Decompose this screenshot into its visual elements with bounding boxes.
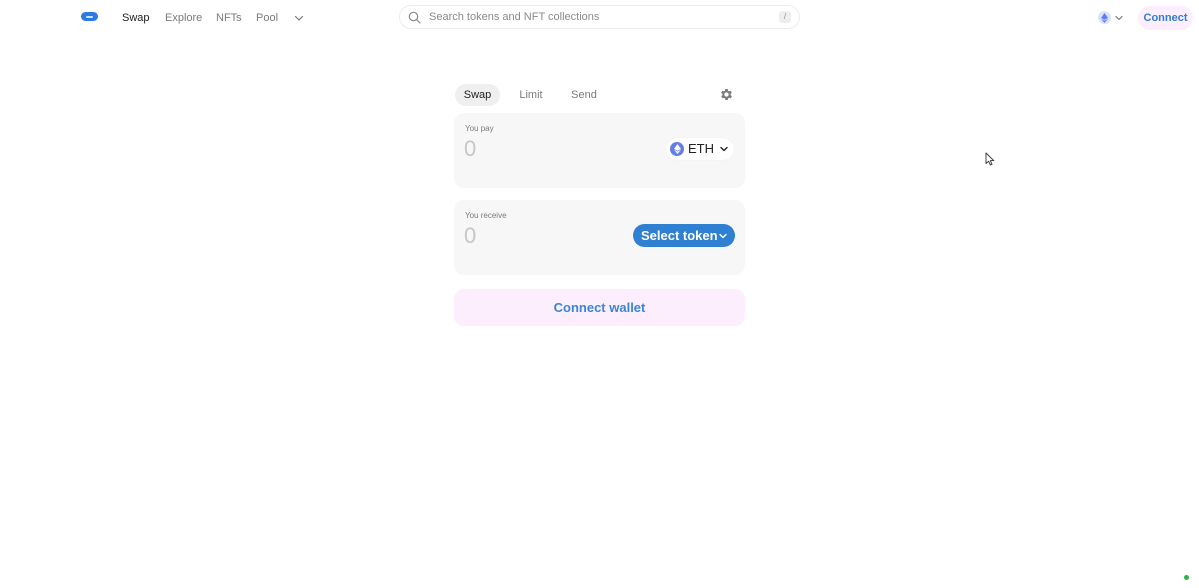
pay-token-symbol: ETH xyxy=(688,141,714,156)
pay-panel: You pay ETH xyxy=(454,113,745,188)
nav-link-explore[interactable]: Explore xyxy=(165,11,202,25)
app-logo[interactable] xyxy=(81,12,98,21)
ethereum-icon xyxy=(670,142,684,156)
nav-link-pool[interactable]: Pool xyxy=(256,11,278,25)
tab-limit[interactable]: Limit xyxy=(512,84,550,106)
search-shortcut-key: / xyxy=(779,11,791,23)
nav-link-nfts[interactable]: NFTs xyxy=(216,11,242,25)
search-bar[interactable]: / xyxy=(399,5,800,29)
receive-amount-input[interactable] xyxy=(462,222,632,250)
connect-button[interactable]: Connect xyxy=(1138,6,1193,30)
nav-link-swap[interactable]: Swap xyxy=(122,11,150,25)
chevron-down-icon xyxy=(719,233,727,239)
tab-send[interactable]: Send xyxy=(564,84,604,106)
search-icon xyxy=(408,11,421,24)
mouse-cursor-icon xyxy=(985,152,995,166)
gear-icon[interactable] xyxy=(719,87,734,102)
pay-amount-input[interactable] xyxy=(462,135,632,163)
ethereum-icon xyxy=(1098,11,1111,24)
chain-selector[interactable] xyxy=(1096,10,1126,26)
search-input[interactable] xyxy=(427,8,767,26)
chevron-down-icon xyxy=(720,146,728,152)
receive-panel: You receive Select token xyxy=(454,200,745,275)
select-token-button[interactable]: Select token xyxy=(633,224,735,247)
select-token-label: Select token xyxy=(641,228,718,243)
chevron-down-icon xyxy=(1115,15,1123,21)
tab-swap[interactable]: Swap xyxy=(455,84,500,106)
receive-label: You receive xyxy=(465,211,507,220)
connect-wallet-button[interactable]: Connect wallet xyxy=(454,289,745,326)
pay-label: You pay xyxy=(465,124,494,133)
top-nav: Swap Explore NFTs Pool / Connect xyxy=(0,0,1199,36)
pay-token-selector[interactable]: ETH xyxy=(666,138,734,160)
chevron-down-icon[interactable] xyxy=(293,12,305,24)
status-indicator xyxy=(1184,575,1189,580)
